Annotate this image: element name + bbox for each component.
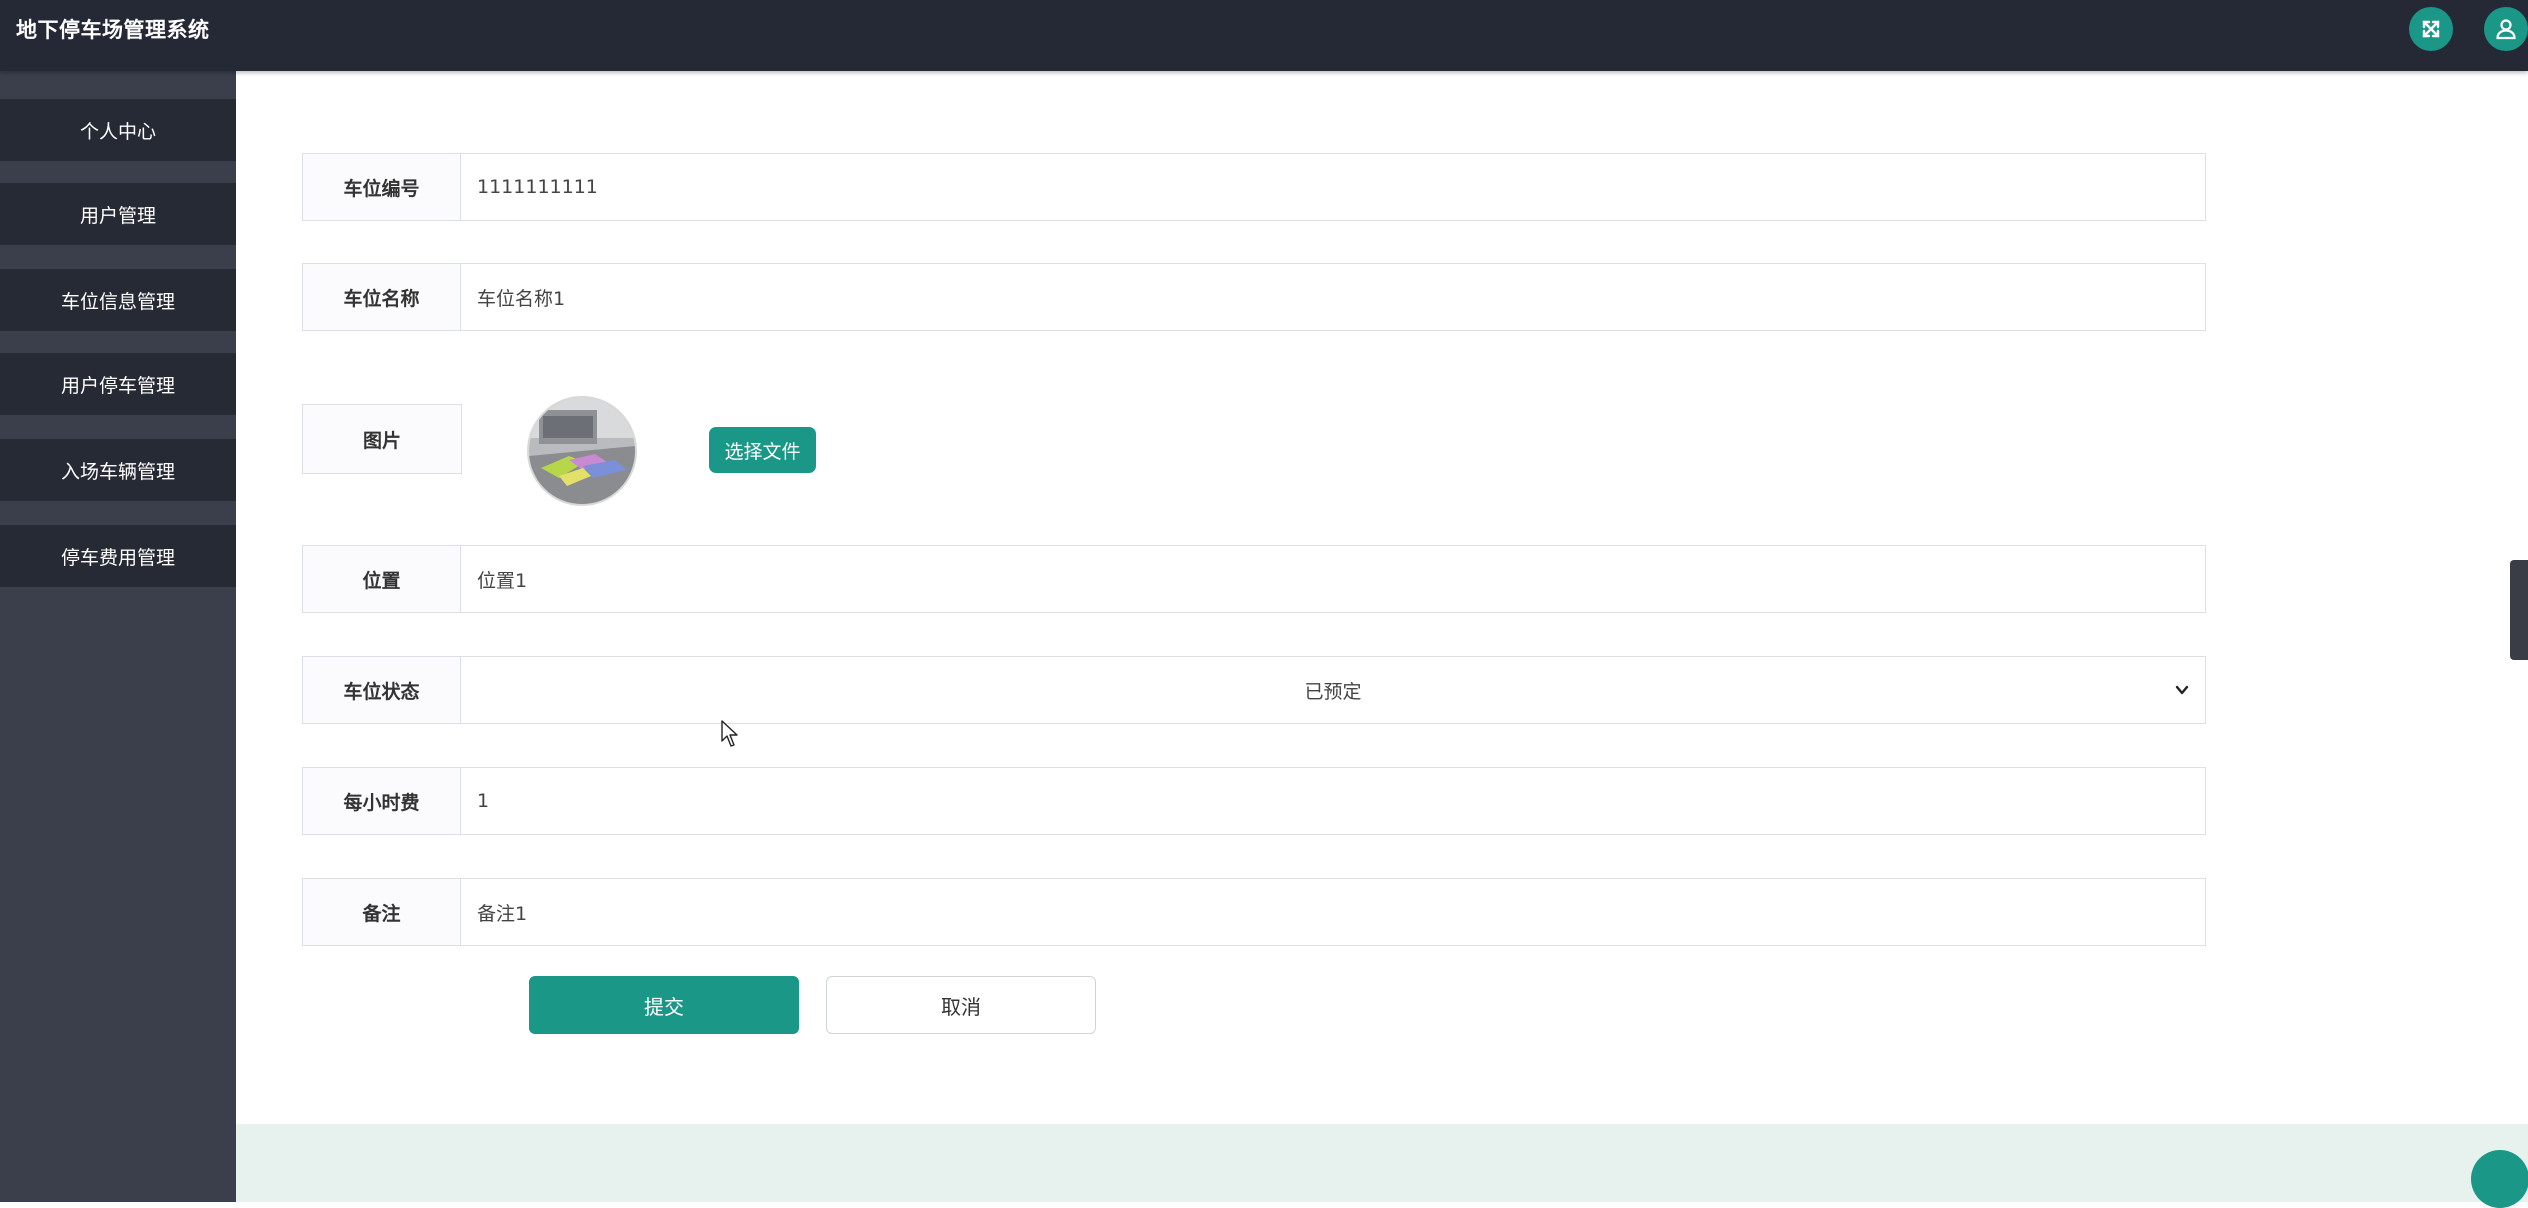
sidebar-item-users[interactable]: 用户管理 [0,183,236,245]
app-title: 地下停车场管理系统 [16,18,210,42]
form-row-hourly-fee: 每小时费 [302,767,2206,835]
sidebar-item-vehicle-entry[interactable]: 入场车辆管理 [0,439,236,501]
sidebar-item-label: 用户停车管理 [60,374,175,397]
side-drawer-handle[interactable] [2510,560,2528,660]
form-row-space-name: 车位名称 [302,263,2206,331]
top-bar: 地下停车场管理系统 [0,0,2528,71]
sidebar-item-label: 停车费用管理 [60,546,175,569]
space-no-input[interactable] [461,154,2205,220]
sidebar: 个人中心 用户管理 车位信息管理 用户停车管理 入场车辆管理 停车费用管理 [0,71,236,1202]
status-select-value: 已预定 [1304,680,1362,703]
space-name-input[interactable] [461,264,2205,330]
form-row-remark: 备注 [302,878,2206,946]
footer-band [236,1124,2528,1202]
submit-button[interactable]: 提交 [529,976,799,1034]
image-label: 图片 [302,404,462,474]
space-name-label: 车位名称 [303,264,461,330]
floating-action-button[interactable] [2471,1150,2528,1208]
sidebar-item-label: 车位信息管理 [60,290,175,313]
sidebar-item-parking-space-info[interactable]: 车位信息管理 [0,269,236,331]
status-label: 车位状态 [303,657,461,723]
choose-file-button[interactable]: 选择文件 [709,427,816,473]
remark-input[interactable] [461,879,2205,945]
location-input[interactable] [461,546,2205,612]
sidebar-item-label: 用户管理 [79,204,156,227]
sidebar-item-user-parking[interactable]: 用户停车管理 [0,353,236,415]
sidebar-item-profile[interactable]: 个人中心 [0,99,236,161]
sidebar-item-label: 个人中心 [79,120,156,143]
user-icon[interactable] [2484,7,2528,51]
hourly-fee-label: 每小时费 [303,768,461,834]
sidebar-item-label: 入场车辆管理 [60,460,175,483]
space-no-label: 车位编号 [303,154,461,220]
cancel-button[interactable]: 取消 [826,976,1096,1034]
remark-label: 备注 [303,879,461,945]
form-row-status: 车位状态 已预定 [302,656,2206,724]
sidebar-item-parking-fees[interactable]: 停车费用管理 [0,525,236,587]
status-select[interactable]: 已预定 [461,657,2205,723]
hourly-fee-input[interactable] [461,768,2205,834]
chevron-down-icon [2175,685,2189,695]
location-label: 位置 [303,546,461,612]
form-row-space-no: 车位编号 [302,153,2206,221]
mouse-cursor-icon [721,720,738,747]
fullscreen-icon[interactable] [2409,7,2453,51]
form-row-location: 位置 [302,545,2206,613]
parking-space-image [529,398,635,504]
